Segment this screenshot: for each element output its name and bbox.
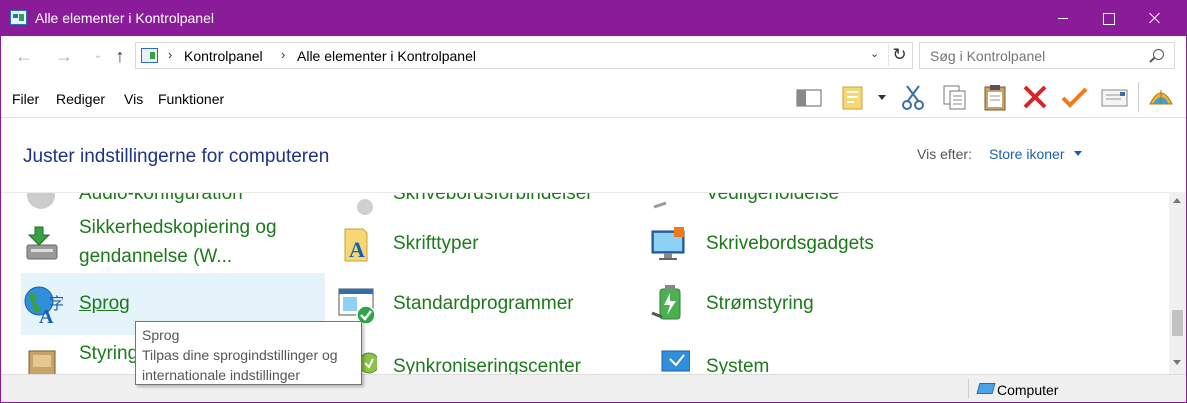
- scroll-down-arrow-icon[interactable]: [1173, 360, 1181, 365]
- menu-toolbar-row: Filer Rediger Vis Funktioner: [1, 76, 1186, 118]
- delete-icon[interactable]: [1020, 82, 1050, 112]
- breadcrumb-chevron-icon[interactable]: ›: [281, 47, 285, 62]
- view-by-label: Vis efter:: [917, 146, 972, 162]
- gadgets-icon: [648, 223, 690, 265]
- menu-funktioner[interactable]: Funktioner: [158, 91, 224, 107]
- svg-text:A: A: [349, 237, 365, 262]
- breadcrumb-all-items[interactable]: Alle elementer i Kontrolpanel: [297, 48, 476, 64]
- item-label[interactable]: Audio-konfiguration: [79, 193, 243, 207]
- audio-icon: [21, 193, 63, 215]
- chevron-down-icon[interactable]: [874, 82, 890, 112]
- credential-icon: [21, 345, 63, 374]
- control-panel-app-icon[interactable]: [10, 10, 27, 25]
- item-power[interactable]: Strømstyring: [648, 273, 948, 335]
- vertical-scrollbar[interactable]: [1169, 192, 1186, 374]
- cut-icon[interactable]: [899, 82, 929, 112]
- item-label[interactable]: Synkroniseringscenter: [393, 354, 581, 374]
- item-label[interactable]: Sprog: [79, 291, 130, 317]
- page-title: Juster indstillingerne for computeren: [23, 146, 330, 167]
- item-fonts[interactable]: A Skrifttyper: [335, 213, 635, 275]
- forward-arrow-icon[interactable]: →: [53, 44, 75, 68]
- tooltip-title: Sprog: [142, 327, 180, 343]
- backup-icon: [21, 223, 63, 265]
- window-title: Alle elementer i Kontrolpanel: [35, 10, 214, 26]
- minimize-button[interactable]: [1040, 1, 1086, 36]
- copy-icon[interactable]: [940, 82, 970, 112]
- item-label[interactable]: Standardprogrammer: [393, 291, 574, 317]
- system-icon: [648, 345, 691, 374]
- power-icon: [648, 283, 690, 325]
- back-arrow-icon[interactable]: ←: [13, 44, 35, 68]
- menu-rediger[interactable]: Rediger: [56, 91, 105, 107]
- address-row: ← → ⌄ ↑ › Kontrolpanel › Alle elementer …: [1, 36, 1186, 76]
- item-label[interactable]: Skrivebordsgadgets: [706, 231, 874, 257]
- item-gadgets[interactable]: Skrivebordsgadgets: [648, 213, 948, 275]
- item-label[interactable]: Strømstyring: [706, 291, 814, 317]
- item-label[interactable]: Sikkerhedskopiering og: [79, 215, 277, 241]
- item-default-programs[interactable]: Standardprogrammer: [335, 273, 635, 335]
- refresh-icon[interactable]: ↻: [888, 44, 910, 66]
- menu-filer[interactable]: Filer: [12, 91, 39, 107]
- up-arrow-icon[interactable]: ↑: [109, 44, 131, 68]
- computer-icon: [976, 383, 996, 394]
- search-box[interactable]: [919, 42, 1175, 69]
- close-button[interactable]: [1132, 1, 1178, 36]
- status-location: Computer: [997, 382, 1059, 398]
- item-sync-center[interactable]: Synkroniseringscenter: [335, 335, 635, 374]
- item-label[interactable]: Styring: [79, 341, 138, 367]
- scrollbar-thumb[interactable]: [1172, 310, 1183, 336]
- view-by-dropdown[interactable]: Store ikoner: [989, 146, 1064, 162]
- item-backup[interactable]: Sikkerhedskopiering og gendannelse (W...: [21, 213, 321, 275]
- breadcrumb-kontrolpanel[interactable]: Kontrolpanel: [184, 48, 263, 64]
- item-label[interactable]: Vedligeholdelse: [706, 193, 839, 207]
- status-divider: [968, 379, 969, 399]
- maintenance-icon: [648, 193, 690, 215]
- properties-icon[interactable]: [1099, 82, 1129, 112]
- folder-options-icon[interactable]: [839, 82, 869, 112]
- tooltip-line: Tilpas dine sprogindstillinger og: [142, 347, 338, 363]
- toolbar-divider: [1138, 82, 1139, 112]
- item-system[interactable]: System: [648, 335, 948, 374]
- scroll-up-arrow-icon[interactable]: [1173, 198, 1181, 203]
- recent-locations-chevron-icon[interactable]: ⌄: [87, 44, 109, 68]
- search-icon[interactable]: [1153, 49, 1164, 60]
- title-bar[interactable]: Alle elementer i Kontrolpanel: [1, 1, 1186, 36]
- shell-icon[interactable]: [1146, 82, 1176, 112]
- paste-icon[interactable]: [980, 82, 1010, 112]
- pane-icon[interactable]: [794, 82, 824, 112]
- menu-vis[interactable]: Vis: [124, 91, 143, 107]
- default-programs-icon: [335, 283, 377, 325]
- language-icon: A字: [21, 283, 65, 328]
- tooltip: Sprog Tilpas dine sprogindstillinger og …: [135, 321, 362, 385]
- chevron-down-icon[interactable]: [1074, 151, 1082, 156]
- item-label[interactable]: gendannelse (W...: [79, 244, 232, 270]
- tooltip-line: internationale indstillinger: [142, 367, 300, 383]
- svg-text:字: 字: [49, 295, 63, 313]
- item-label[interactable]: Skrifttyper: [393, 231, 479, 257]
- control-panel-location-icon: [141, 48, 158, 63]
- breadcrumb-chevron-icon[interactable]: ›: [168, 47, 172, 62]
- remote-desktop-icon: [335, 193, 377, 215]
- item-label[interactable]: System: [706, 354, 769, 374]
- address-bar[interactable]: › Kontrolpanel › Alle elementer i Kontro…: [135, 42, 913, 69]
- maximize-button[interactable]: [1086, 1, 1132, 36]
- fonts-icon: A: [335, 223, 377, 265]
- search-input[interactable]: [930, 47, 1140, 65]
- address-dropdown-chevron-icon[interactable]: ⌄: [870, 47, 879, 60]
- item-label[interactable]: Skrivebordsforbindelser: [393, 193, 593, 207]
- check-icon[interactable]: [1059, 82, 1089, 112]
- control-panel-window: Alle elementer i Kontrolpanel ← → ⌄ ↑ › …: [0, 0, 1187, 403]
